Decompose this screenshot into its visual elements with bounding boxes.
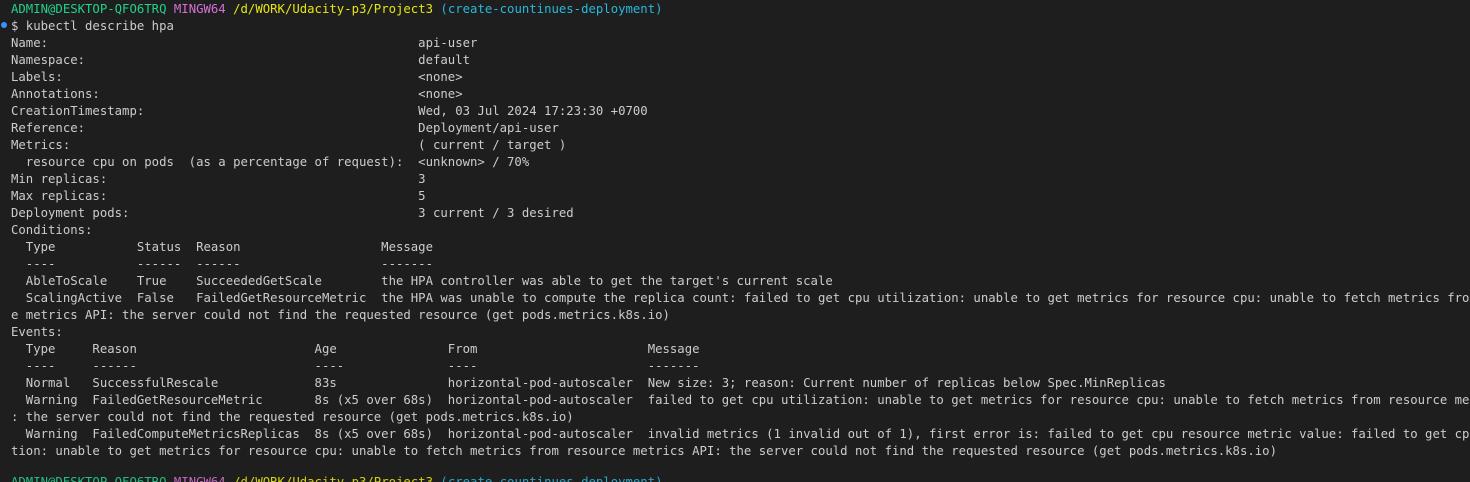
output-line: Warning FailedComputeMetricsReplicas 8s … bbox=[11, 427, 1470, 441]
output-line: e metrics API: the server could not find… bbox=[11, 308, 670, 322]
output-line: Name: api-user bbox=[11, 36, 478, 50]
next-prompt-git-branch: (create-countinues-deployment) bbox=[440, 475, 663, 482]
prompt-msystem: MINGW64 bbox=[173, 2, 226, 16]
next-prompt-user-host: ADMIN@DESKTOP-QFO6TRQ bbox=[11, 475, 167, 482]
output-line: tion: unable to get metrics for resource… bbox=[11, 444, 1277, 458]
prompt-user-host: ADMIN@DESKTOP-QFO6TRQ bbox=[11, 2, 167, 16]
output-line: Min replicas: 3 bbox=[11, 172, 426, 186]
output-line: Max replicas: 5 bbox=[11, 189, 426, 203]
output-line: Namespace: default bbox=[11, 53, 471, 67]
prompt-line: ADMIN@DESKTOP-QFO6TRQ MINGW64 /d/WORK/Ud… bbox=[11, 1, 1470, 18]
output-line: resource cpu on pods (as a percentage of… bbox=[11, 155, 530, 169]
output-line: Conditions: bbox=[11, 223, 93, 237]
output-line: Deployment pods: 3 current / 3 desired bbox=[11, 206, 574, 220]
output-line: ScalingActive False FailedGetResourceMet… bbox=[11, 291, 1470, 305]
output-line: Reference: Deployment/api-user bbox=[11, 121, 559, 135]
output-line: Annotations: <none> bbox=[11, 87, 463, 101]
next-prompt-line: ADMIN@DESKTOP-QFO6TRQ MINGW64 /d/WORK/Ud… bbox=[11, 474, 663, 482]
output-line: Warning FailedGetResourceMetric 8s (x5 o… bbox=[11, 393, 1470, 407]
output-line: Type Reason Age From Message bbox=[11, 342, 700, 356]
output-line: AbleToScale True SucceededGetScale the H… bbox=[11, 274, 833, 288]
next-prompt-path: /d/WORK/Udacity-p3/Project3 bbox=[233, 475, 434, 482]
prompt-path: /d/WORK/Udacity-p3/Project3 bbox=[233, 2, 434, 16]
output-line: ---- ------ ------ ------- bbox=[11, 257, 433, 271]
terminal-window[interactable]: ADMIN@DESKTOP-QFO6TRQ MINGW64 /d/WORK/Ud… bbox=[0, 0, 1470, 482]
command-marker-icon[interactable] bbox=[1, 22, 7, 28]
output-line: Type Status Reason Message bbox=[11, 240, 433, 254]
output-line: Events: bbox=[11, 325, 63, 339]
output-line: : the server could not find the requeste… bbox=[11, 410, 574, 424]
next-prompt-msystem: MINGW64 bbox=[173, 475, 226, 482]
prompt-git-branch: (create-countinues-deployment) bbox=[440, 2, 663, 16]
output-line: ---- ------ ---- ---- ------- bbox=[11, 359, 700, 373]
output-line: CreationTimestamp: Wed, 03 Jul 2024 17:2… bbox=[11, 104, 648, 118]
command-line: $ kubectl describe hpa bbox=[11, 19, 174, 33]
output-line: Normal SuccessfulRescale 83s horizontal-… bbox=[11, 376, 1166, 390]
output-line: Metrics: ( current / target ) bbox=[11, 138, 567, 152]
output-line: Labels: <none> bbox=[11, 70, 463, 84]
command-output: Name: api-user Namespace: default Labels: … bbox=[11, 35, 1470, 460]
